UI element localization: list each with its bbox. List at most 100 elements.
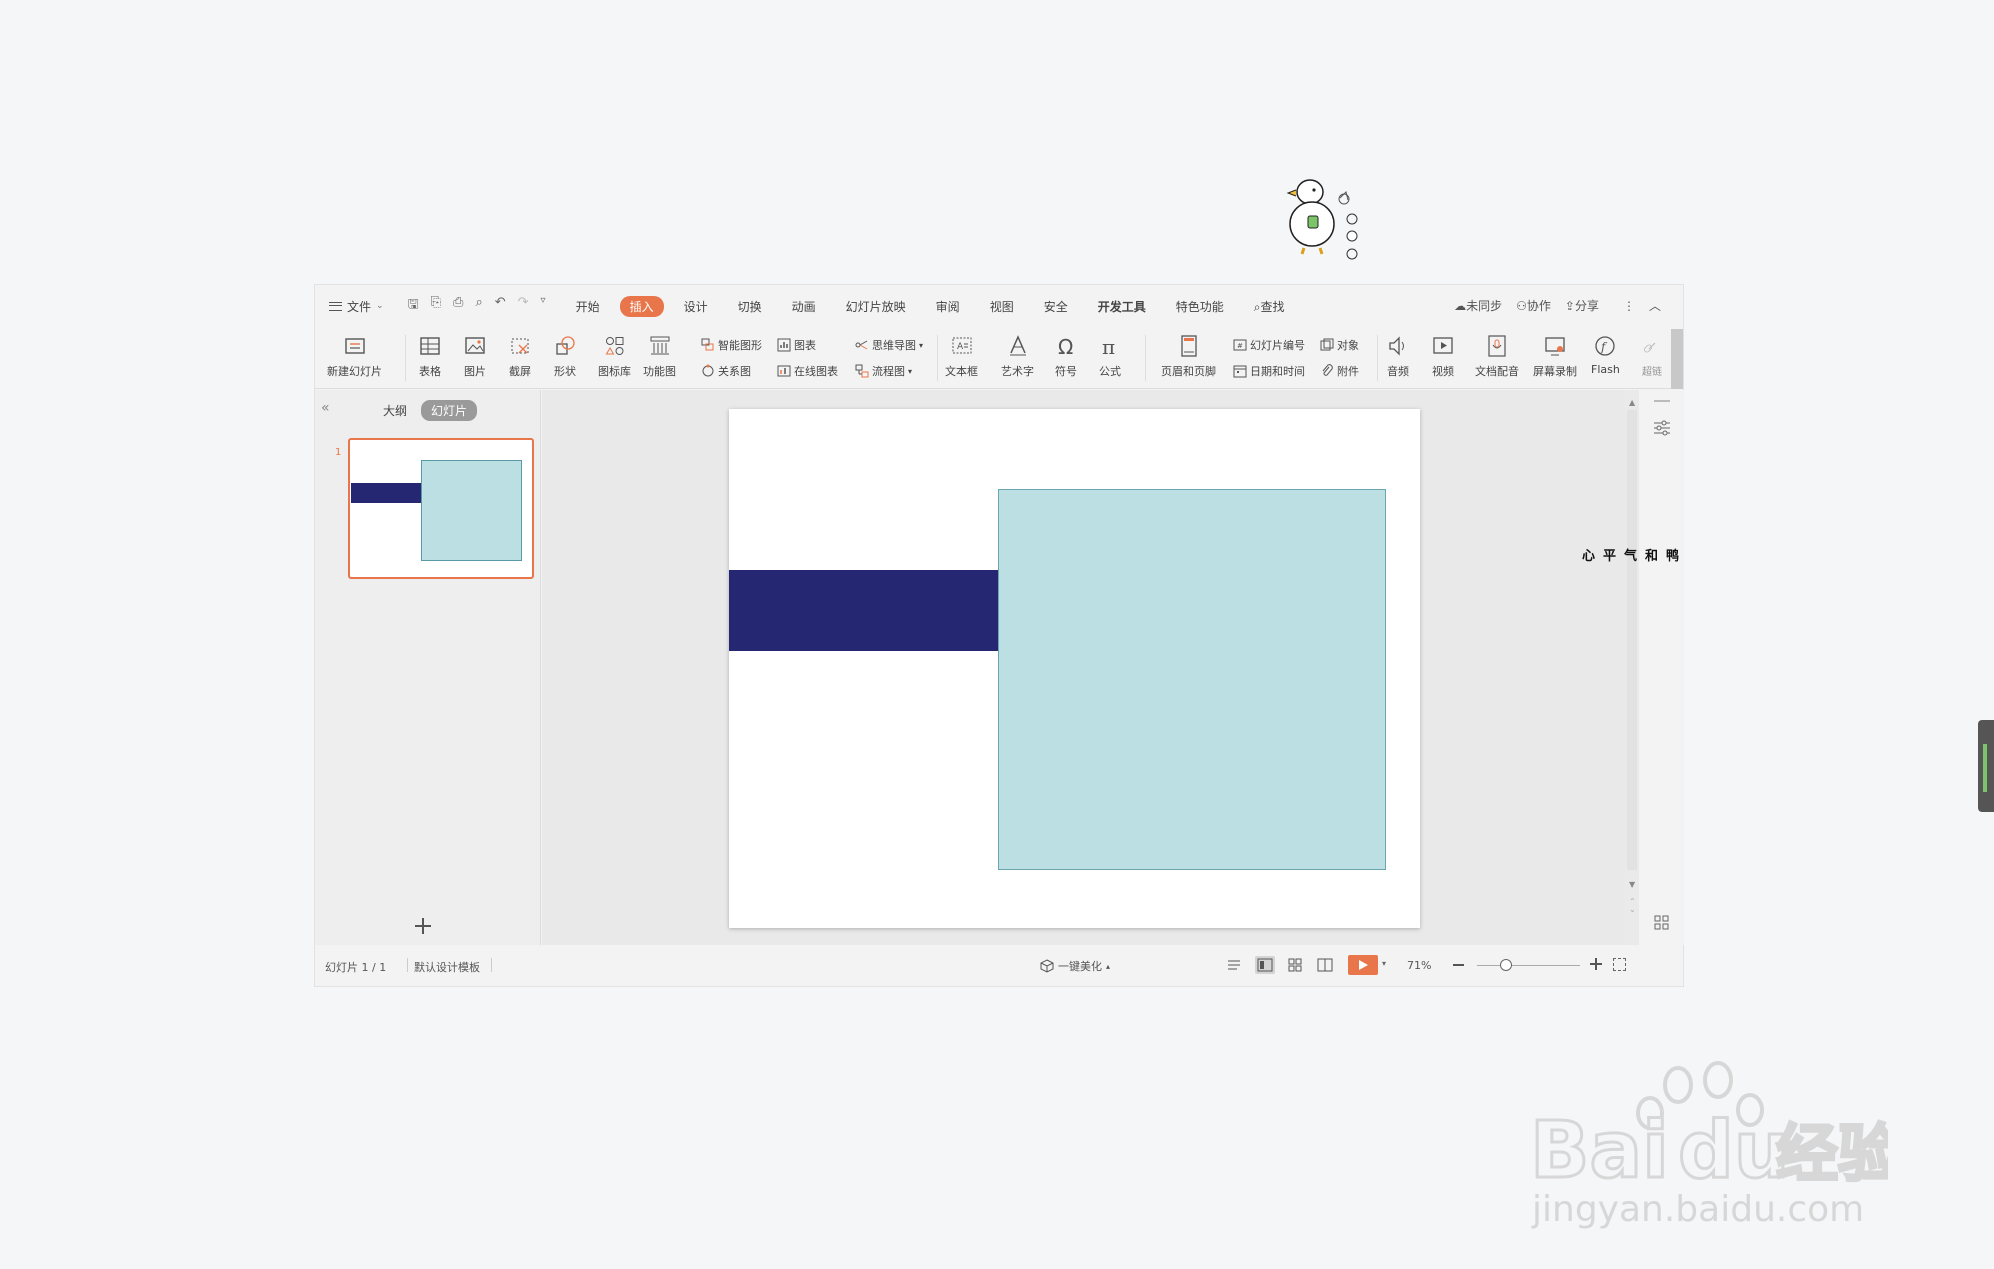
formula-button[interactable]: π 公式	[1097, 333, 1123, 379]
relation-chart-button[interactable]: 关系图	[701, 363, 751, 379]
icon-library-button[interactable]: 图标库	[598, 333, 631, 379]
slide-number-button[interactable]: # 幻灯片编号	[1233, 337, 1305, 353]
print-icon[interactable]: ⎙	[453, 295, 463, 317]
chevron-down-icon[interactable]: ▾	[1382, 959, 1386, 968]
tab-transitions[interactable]: 切换	[728, 296, 772, 317]
vertical-scrollbar[interactable]: ▲ ▼ ⌃ ⌄	[1625, 390, 1639, 945]
settings-sliders-icon[interactable]	[1653, 420, 1671, 436]
collab-button[interactable]: ⚇协作	[1516, 297, 1551, 314]
tab-features[interactable]: 特色功能	[1166, 296, 1234, 317]
customize-qat-icon[interactable]: ▿	[541, 295, 546, 317]
symbol-button[interactable]: Ω 符号	[1053, 333, 1079, 379]
screenshot-button[interactable]: 截屏	[507, 333, 533, 379]
beautify-button[interactable]: 一键美化 ▴	[1040, 958, 1110, 974]
scroll-down-icon[interactable]: ▼	[1629, 880, 1635, 889]
ribbon-scroll-right[interactable]	[1671, 329, 1683, 389]
picture-button[interactable]: 图片	[462, 333, 488, 379]
thumbnail-navy-bar	[351, 483, 421, 503]
collapse-panel-icon[interactable]: «	[321, 400, 330, 416]
share-icon: ⇪	[1564, 299, 1575, 313]
design-template[interactable]: 默认设计模板	[414, 959, 480, 975]
share-button[interactable]: ⇪分享	[1565, 297, 1599, 314]
flash-button[interactable]: f Flash	[1591, 333, 1620, 376]
screenshot-label: 截屏	[509, 365, 531, 378]
tab-insert[interactable]: 插入	[619, 295, 664, 317]
page-nav-icon[interactable]: ⌃ ⌄	[1629, 898, 1636, 914]
navy-rectangle-shape[interactable]	[729, 570, 998, 651]
new-slide-button[interactable]: 新建幻灯片	[327, 333, 382, 379]
print-preview-icon[interactable]: ⌕	[475, 295, 482, 317]
wordart-label: 艺术字	[1001, 365, 1034, 378]
table-button[interactable]: 表格	[417, 333, 443, 379]
side-floating-widget[interactable]	[1978, 720, 1994, 812]
collapse-ribbon-icon[interactable]: ︿	[1649, 297, 1661, 314]
flowchart-label: 流程图	[872, 365, 905, 378]
attachment-label: 附件	[1337, 365, 1359, 378]
save-icon[interactable]: 🖫	[408, 295, 419, 317]
video-button[interactable]: 视频	[1430, 333, 1456, 379]
tab-view[interactable]: 视图	[980, 296, 1024, 317]
tab-review[interactable]: 审阅	[926, 296, 970, 317]
tab-design[interactable]: 设计	[674, 296, 718, 317]
redo-icon[interactable]: ↷	[518, 295, 529, 317]
slide-canvas[interactable]	[729, 409, 1420, 928]
scroll-up-icon[interactable]: ▲	[1629, 398, 1635, 407]
smart-art-button[interactable]: 智能图形	[701, 337, 762, 353]
zoom-level[interactable]: 71%	[1407, 959, 1431, 972]
svg-text:经验: 经验	[1776, 1117, 1888, 1190]
normal-view-icon[interactable]	[1255, 956, 1275, 974]
zoom-out-icon[interactable]	[1453, 964, 1464, 966]
zoom-slider[interactable]	[1477, 965, 1580, 966]
ribbon-divider	[1145, 335, 1146, 381]
svg-text:f: f	[1600, 340, 1608, 354]
add-slide-icon[interactable]	[415, 918, 431, 934]
search-button[interactable]: ⌕查找	[1244, 296, 1295, 317]
wordart-button[interactable]: 艺术字	[1001, 333, 1034, 379]
tab-outline[interactable]: 大纲	[383, 402, 407, 419]
zoom-slider-handle[interactable]	[1500, 959, 1512, 971]
mindmap-button[interactable]: 思维导图 ▾	[855, 337, 923, 353]
doc-dub-button[interactable]: 文档配音	[1475, 333, 1519, 379]
tab-slideshow[interactable]: 幻灯片放映	[836, 296, 916, 317]
notes-view-icon[interactable]	[1225, 956, 1245, 974]
grid-view-icon[interactable]	[1654, 915, 1670, 931]
audio-button[interactable]: 音频	[1385, 333, 1411, 379]
ribbon-divider	[1377, 335, 1378, 381]
tab-home[interactable]: 开始	[566, 296, 610, 317]
teal-rectangle-shape[interactable]	[998, 489, 1386, 870]
flowchart-button[interactable]: 流程图 ▾	[855, 363, 912, 379]
omega-icon: Ω	[1058, 335, 1073, 359]
tab-developer[interactable]: 开发工具	[1088, 296, 1156, 317]
online-chart-button[interactable]: 在线图表	[777, 363, 838, 379]
object-button[interactable]: 对象	[1320, 337, 1359, 353]
screen-record-button[interactable]: 屏幕录制	[1533, 333, 1577, 379]
zoom-in-icon[interactable]	[1590, 958, 1602, 970]
reading-view-icon[interactable]	[1315, 956, 1335, 974]
fit-window-icon[interactable]	[1613, 958, 1626, 971]
textbox-button[interactable]: A 文本框	[945, 333, 978, 379]
wordart-icon	[1009, 335, 1026, 356]
shape-button[interactable]: 形状	[552, 333, 578, 379]
tab-animations[interactable]: 动画	[782, 296, 826, 317]
sync-button[interactable]: ☁未同步	[1454, 297, 1502, 314]
attachment-button[interactable]: 附件	[1320, 363, 1359, 379]
hyperlink-button[interactable]: 超链	[1639, 333, 1665, 378]
slide-sorter-icon[interactable]	[1285, 956, 1305, 974]
date-time-button[interactable]: 日期和时间	[1233, 363, 1305, 379]
slide-thumbnail[interactable]	[348, 438, 534, 579]
file-menu[interactable]: 文件 ⌄	[329, 298, 384, 315]
function-chart-button[interactable]: 功能图	[643, 333, 676, 379]
scrollbar-track[interactable]	[1627, 410, 1637, 870]
play-slideshow-button[interactable]	[1348, 955, 1378, 975]
more-options-icon[interactable]: ⋮	[1623, 299, 1635, 313]
quick-access-toolbar: 🖫 ⎘ ⎙ ⌕ ↶ ↷ ▿	[408, 295, 546, 317]
audio-label: 音频	[1387, 365, 1409, 378]
chart-button[interactable]: 图表	[777, 337, 816, 353]
tab-slides[interactable]: 幻灯片	[421, 400, 478, 421]
format-painter-icon[interactable]: ⎘	[431, 295, 441, 317]
undo-icon[interactable]: ↶	[495, 295, 506, 317]
screenshot-icon	[511, 338, 529, 354]
flowchart-icon	[855, 364, 869, 378]
header-footer-button[interactable]: 页眉和页脚	[1161, 333, 1216, 379]
tab-security[interactable]: 安全	[1034, 296, 1078, 317]
